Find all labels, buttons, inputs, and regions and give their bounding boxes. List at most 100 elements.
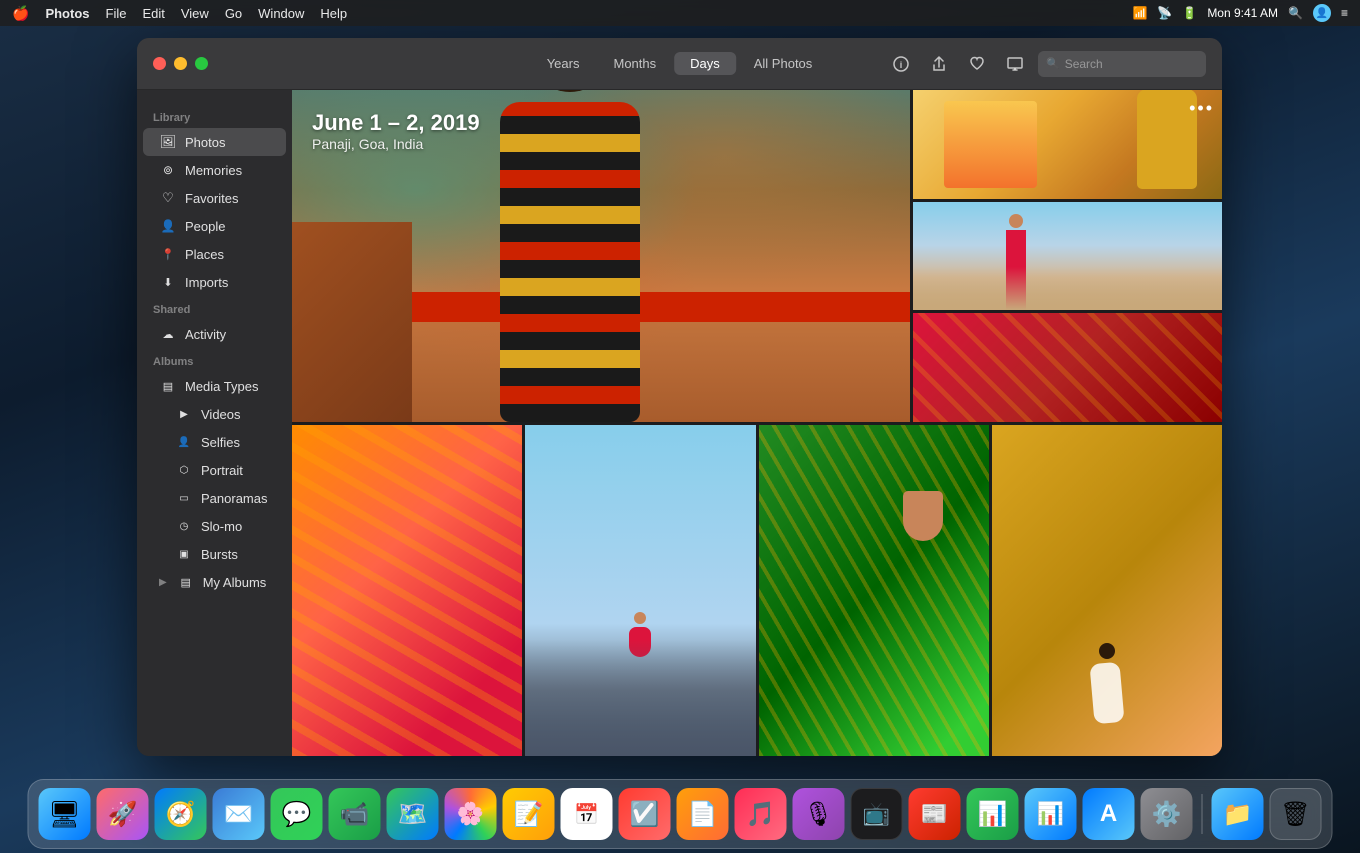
menubar-view[interactable]: View (181, 6, 209, 21)
woman-dress (500, 102, 640, 422)
control-center-icon[interactable]: ≡ (1341, 6, 1348, 20)
menubar-file[interactable]: File (106, 6, 127, 21)
bottom-photo-4[interactable] (992, 425, 1222, 757)
sidebar-item-places[interactable]: 📍 Places (143, 240, 286, 268)
notes-icon: 📝 (514, 800, 544, 829)
sari-pattern-1 (292, 425, 522, 757)
textile-pattern-3 (759, 425, 989, 757)
sidebar-item-people[interactable]: 👤 People (143, 212, 286, 240)
tab-months[interactable]: Months (597, 52, 672, 75)
right-photo-1[interactable]: ••• (913, 90, 1222, 199)
facetime-icon: 📹 (340, 800, 370, 829)
right-photo-2[interactable] (913, 202, 1222, 311)
apple-menu-icon[interactable]: 🍎 (12, 5, 29, 22)
tab-all-photos[interactable]: All Photos (738, 52, 829, 75)
dock-item-folder[interactable]: 📁 (1212, 788, 1264, 840)
dock-item-appstore[interactable]: A (1083, 788, 1135, 840)
fullscreen-button[interactable] (195, 57, 208, 70)
right-photo-3[interactable] (913, 313, 1222, 422)
bottom-photo-2[interactable] (525, 425, 755, 757)
photo-content-area: June 1 – 2, 2019 Panaji, Goa, India (292, 90, 1222, 756)
menubar-go[interactable]: Go (225, 6, 242, 21)
dock-item-news[interactable]: 📰 (909, 788, 961, 840)
dock-item-safari[interactable]: 🧭 (155, 788, 207, 840)
dock-item-pages[interactable]: 📄 (677, 788, 729, 840)
user-avatar[interactable]: 👤 (1313, 4, 1331, 22)
sidebar-item-favorites[interactable]: ♡ Favorites (143, 184, 286, 212)
sidebar-item-slo-mo[interactable]: ◷ Slo-mo (143, 512, 286, 540)
menubar-edit[interactable]: Edit (142, 6, 164, 21)
photos-icon: 🖼 (159, 133, 177, 151)
hand-element (903, 491, 943, 541)
dock-item-system-prefs[interactable]: ⚙️ (1141, 788, 1193, 840)
photo-date-overlay: June 1 – 2, 2019 Panaji, Goa, India (312, 110, 480, 152)
close-button[interactable] (153, 57, 166, 70)
dock-item-calendar[interactable]: 📅 (561, 788, 613, 840)
dock-item-facetime[interactable]: 📹 (329, 788, 381, 840)
minimize-button[interactable] (174, 57, 187, 70)
dock-item-finder[interactable]: 🖥 (39, 788, 91, 840)
share-button[interactable] (924, 49, 954, 79)
sidebar-places-label: Places (185, 247, 224, 262)
airplay-icon: 📡 (1157, 6, 1172, 20)
dock-item-maps[interactable]: 🗺️ (387, 788, 439, 840)
dock-item-music[interactable]: 🎵 (735, 788, 787, 840)
dock-item-mail[interactable]: ✉️ (213, 788, 265, 840)
dock-item-trash[interactable]: 🗑 (1270, 788, 1322, 840)
dock-item-numbers[interactable]: 📊 (967, 788, 1019, 840)
traffic-lights (153, 57, 208, 70)
menubar-app-name[interactable]: Photos (45, 6, 89, 21)
maps-icon: 🗺️ (398, 800, 428, 829)
more-options-button[interactable]: ••• (1189, 98, 1214, 119)
menubar-window[interactable]: Window (258, 6, 304, 21)
bottom-photo-3[interactable] (759, 425, 989, 757)
menubar-search-icon[interactable]: 🔍 (1288, 6, 1303, 20)
slideshow-button[interactable] (1000, 49, 1030, 79)
library-section-label: Library (137, 104, 292, 128)
sidebar-my-albums-label: My Albums (203, 575, 267, 590)
sidebar-item-imports[interactable]: ⬇ Imports (143, 268, 286, 296)
sidebar-item-my-albums[interactable]: ▶ ▤ My Albums (143, 568, 286, 596)
menubar-help[interactable]: Help (320, 6, 347, 21)
sidebar-item-panoramas[interactable]: ▭ Panoramas (143, 484, 286, 512)
bottom-photo-1[interactable] (292, 425, 522, 757)
dock-item-appletv[interactable]: 📺 (851, 788, 903, 840)
activity-icon: ☁ (159, 325, 177, 343)
search-placeholder: Search (1065, 57, 1103, 71)
safari-icon: 🧭 (166, 800, 196, 829)
sidebar-item-portrait[interactable]: ⬡ Portrait (143, 456, 286, 484)
dock-item-keynote[interactable]: 📊 (1025, 788, 1077, 840)
music-icon: 🎵 (746, 800, 776, 829)
search-bar[interactable]: 🔍 Search (1038, 51, 1206, 77)
sidebar-item-activity[interactable]: ☁ Activity (143, 320, 286, 348)
dock-item-podcasts[interactable]: 🎙 (793, 788, 845, 840)
podcasts-icon: 🎙 (803, 800, 833, 829)
dock-item-notes[interactable]: 📝 (503, 788, 555, 840)
places-icon: 📍 (159, 245, 177, 263)
info-button[interactable]: i (886, 49, 916, 79)
sidebar-photos-label: Photos (185, 135, 225, 150)
menubar-left: 🍎 Photos File Edit View Go Window Help (12, 5, 347, 22)
sidebar-item-videos[interactable]: ▶ Videos (143, 400, 286, 428)
reminders-icon: ☑️ (630, 800, 660, 829)
dock-item-messages[interactable]: 💬 (271, 788, 323, 840)
tab-days[interactable]: Days (674, 52, 736, 75)
search-icon: 🔍 (1046, 57, 1060, 70)
dock-item-launchpad[interactable]: 🚀 (97, 788, 149, 840)
main-featured-photo[interactable]: June 1 – 2, 2019 Panaji, Goa, India (292, 90, 910, 422)
textile-pattern (913, 313, 1222, 422)
sidebar-bursts-label: Bursts (201, 547, 238, 562)
dock-item-reminders[interactable]: ☑️ (619, 788, 671, 840)
sidebar-item-selfies[interactable]: 👤 Selfies (143, 428, 286, 456)
sidebar-item-memories[interactable]: ⊚ Memories (143, 156, 286, 184)
tab-years[interactable]: Years (531, 52, 596, 75)
appstore-icon: A (1100, 800, 1117, 828)
sidebar-item-photos[interactable]: 🖼 Photos (143, 128, 286, 156)
window-body: Library 🖼 Photos ⊚ Memories ♡ Favorites … (137, 90, 1222, 756)
sidebar-item-media-types[interactable]: ▤ Media Types (143, 372, 286, 400)
dock-item-photos[interactable]: 🌸 (445, 788, 497, 840)
woman-figure (500, 102, 640, 422)
menubar-right: 📶 📡 🔋 Mon 9:41 AM 🔍 👤 ≡ (1132, 4, 1348, 22)
sidebar-item-bursts[interactable]: ▣ Bursts (143, 540, 286, 568)
favorite-button[interactable] (962, 49, 992, 79)
